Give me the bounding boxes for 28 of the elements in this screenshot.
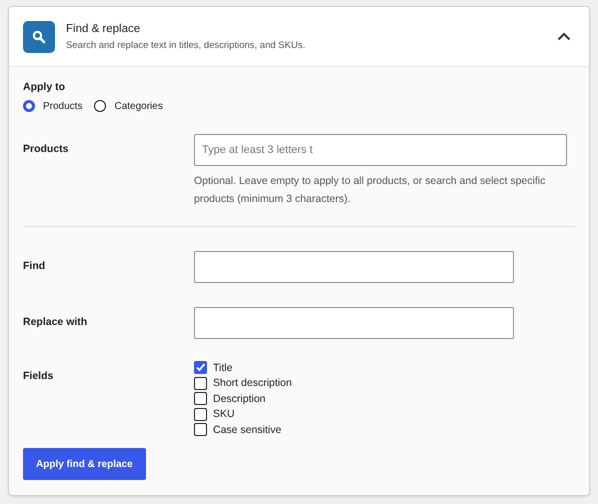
- find-label: Find: [23, 259, 46, 274]
- checkbox-label[interactable]: Short description: [213, 377, 292, 389]
- checkbox-label[interactable]: Case sensitive: [213, 424, 282, 436]
- apply-to-label: Apply to: [23, 81, 66, 93]
- apply-button[interactable]: Apply find & replace: [23, 448, 146, 480]
- replace-field[interactable]: [194, 307, 514, 339]
- help-text: Optional. Leave empty to apply to all products, or search and select specific products (minimum 3 characters).: [194, 174, 546, 207]
- replace-label: Replace with: [23, 315, 88, 330]
- product-search-field[interactable]: Type at least 3 letters t: [194, 134, 567, 166]
- find-field[interactable]: [194, 251, 514, 283]
- checkbox-label[interactable]: SKU: [213, 408, 235, 420]
- radio-label[interactable]: Categories: [114, 100, 163, 112]
- collapse-toggle[interactable]: [557, 32, 571, 41]
- checkbox[interactable]: [194, 408, 207, 420]
- products-label: Products: [23, 142, 70, 157]
- panel-subtitle: Search and replace text in titles, descriptions, and SKUs.: [66, 40, 306, 51]
- checkbox[interactable]: [194, 361, 207, 374]
- fields-label: Fields: [23, 369, 54, 384]
- panel-title: Find & replace: [66, 22, 142, 37]
- search-icon: [23, 20, 55, 52]
- radio-button[interactable]: [23, 100, 35, 112]
- checkbox[interactable]: [194, 423, 207, 436]
- radio-label[interactable]: Products: [43, 100, 82, 112]
- radio-button[interactable]: [94, 100, 106, 112]
- checkbox-label[interactable]: Title: [213, 362, 232, 374]
- checkbox-label[interactable]: Description: [213, 392, 266, 404]
- checkbox[interactable]: [194, 392, 207, 405]
- checkbox[interactable]: [194, 376, 207, 390]
